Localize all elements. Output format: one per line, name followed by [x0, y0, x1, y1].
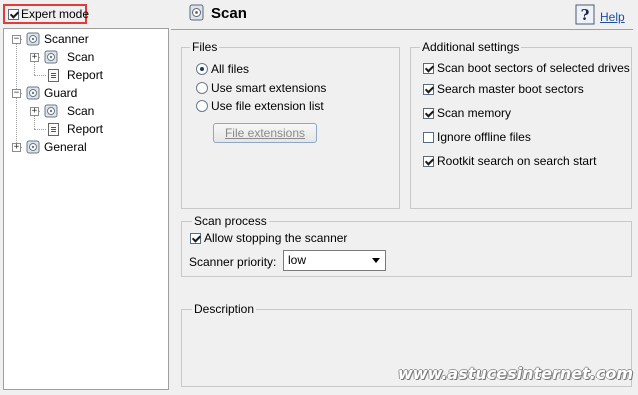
ignore-offline-checkbox[interactable] [423, 132, 434, 143]
tree-item-label: Report [67, 68, 104, 82]
collapse-icon[interactable]: − [12, 35, 21, 44]
header-divider [171, 29, 633, 30]
rootkit-search-label[interactable]: Rootkit search on search start [437, 154, 596, 168]
scan-drive-icon [189, 4, 204, 21]
files-group: Files All files Use smart extensions Use… [181, 40, 400, 209]
scan-memory-checkbox[interactable] [423, 108, 434, 119]
tree-item-guard-report[interactable]: Report [48, 121, 162, 137]
scanner-priority-select[interactable]: low [283, 250, 386, 271]
tree-item-scanner-report[interactable]: Report [48, 67, 162, 83]
smart-extensions-radio[interactable] [196, 82, 208, 94]
extension-list-label[interactable]: Use file extension list [211, 99, 324, 113]
help-icon[interactable]: ? [575, 4, 595, 25]
additional-settings-group: Additional settings Scan boot sectors of… [410, 40, 632, 209]
tree-item-scanner-scan[interactable]: + Scan [30, 49, 162, 65]
scanner-priority-label: Scanner priority: [189, 255, 277, 269]
drive-icon [44, 104, 58, 118]
report-icon [48, 69, 59, 82]
expand-icon[interactable]: + [30, 53, 39, 62]
expert-mode-checkbox[interactable] [8, 9, 19, 20]
watermark: www.astucesinternet.com [398, 364, 633, 383]
scanner-priority-value: low [288, 253, 307, 267]
expand-icon[interactable]: + [30, 107, 39, 116]
tree-item-label: Scan [67, 104, 95, 118]
tree-item-label: Scan [67, 50, 95, 64]
rootkit-search-checkbox[interactable] [423, 156, 434, 167]
tree-item-label: Guard [44, 86, 78, 100]
scan-process-group: Scan process Allow stopping the scanner … [181, 214, 632, 277]
report-icon [48, 123, 59, 136]
expert-mode-label[interactable]: Expert mode [21, 7, 89, 21]
dropdown-arrow-icon [372, 258, 380, 263]
expert-mode-highlight: Expert mode [3, 4, 89, 24]
scan-boot-sectors-checkbox[interactable] [423, 63, 434, 74]
group-title: Scan process [192, 214, 269, 228]
help-link[interactable]: Help [600, 10, 625, 24]
group-title: Description [192, 302, 257, 316]
tree-item-guard[interactable]: − Guard [12, 85, 162, 101]
drive-icon [44, 50, 58, 64]
ignore-offline-label[interactable]: Ignore offline files [437, 130, 531, 144]
tree-item-label: Report [67, 122, 104, 136]
page-title: Scan [211, 5, 247, 22]
file-extensions-button[interactable]: File extensions [213, 123, 317, 143]
drive-icon [26, 86, 40, 100]
drive-icon [26, 32, 40, 46]
settings-tree[interactable]: − Scanner + Scan Report − Guard + Scan R… [3, 28, 169, 390]
tree-item-general[interactable]: + General [12, 139, 162, 155]
allow-stopping-label[interactable]: Allow stopping the scanner [204, 231, 347, 245]
expand-icon[interactable]: + [12, 143, 21, 152]
master-boot-sectors-label[interactable]: Search master boot sectors [437, 82, 584, 96]
master-boot-sectors-checkbox[interactable] [423, 84, 434, 95]
tree-item-label: Scanner [44, 32, 89, 46]
all-files-label[interactable]: All files [211, 62, 249, 76]
tree-item-label: General [44, 140, 87, 154]
collapse-icon[interactable]: − [12, 89, 21, 98]
tree-item-guard-scan[interactable]: + Scan [30, 103, 162, 119]
allow-stopping-checkbox[interactable] [190, 233, 201, 244]
drive-icon [26, 140, 40, 154]
group-title: Additional settings [420, 40, 522, 54]
all-files-radio[interactable] [196, 63, 208, 75]
smart-extensions-label[interactable]: Use smart extensions [211, 81, 326, 95]
scan-boot-sectors-label[interactable]: Scan boot sectors of selected drives [437, 61, 630, 75]
svg-text:?: ? [581, 6, 590, 24]
scan-memory-label[interactable]: Scan memory [437, 106, 511, 120]
tree-item-scanner[interactable]: − Scanner [12, 31, 162, 47]
extension-list-radio[interactable] [196, 100, 208, 112]
group-title: Files [190, 40, 220, 54]
